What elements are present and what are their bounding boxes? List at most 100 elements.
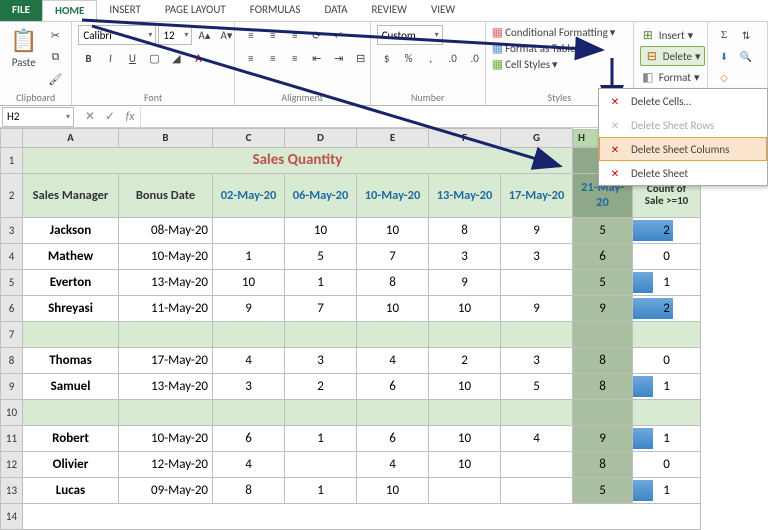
cell-H11[interactable]: 9 — [573, 425, 633, 451]
align-center-button[interactable]: ≡ — [263, 48, 283, 68]
sort-filter-button[interactable] — [736, 25, 756, 45]
cell-B4[interactable]: 10-May-20 — [119, 243, 213, 269]
cell-A9[interactable]: Samuel — [23, 373, 119, 399]
cell-F12[interactable]: 10 — [429, 451, 501, 477]
autosum-button[interactable] — [714, 25, 734, 45]
cell-C12[interactable]: 4 — [213, 451, 285, 477]
tab-insert[interactable]: INSERT — [97, 0, 153, 21]
row-8[interactable]: 8 — [1, 347, 23, 373]
align-middle-button[interactable]: ≡ — [263, 25, 283, 45]
cell-D6[interactable]: 7 — [285, 295, 357, 321]
cell-D4[interactable]: 5 — [285, 243, 357, 269]
bold-button[interactable]: B — [78, 48, 98, 68]
cell-A13[interactable]: Lucas — [23, 477, 119, 503]
comma-button[interactable]: , — [421, 48, 441, 68]
font-color-button[interactable]: A — [188, 48, 208, 68]
grid[interactable]: A B C D E F G H I 1 Sales Quantity 2 Sal… — [0, 128, 701, 530]
cell-F6[interactable]: 10 — [429, 295, 501, 321]
currency-button[interactable]: $ — [377, 48, 397, 68]
row-11[interactable]: 11 — [1, 425, 23, 451]
cell-F2[interactable]: 13-May-20 — [429, 173, 501, 217]
cell-E13[interactable]: 10 — [357, 477, 429, 503]
cell-C11[interactable]: 6 — [213, 425, 285, 451]
cell-H3[interactable]: 5 — [573, 217, 633, 243]
enter-fx-button[interactable]: ✓ — [100, 109, 120, 124]
cell-C13[interactable]: 8 — [213, 477, 285, 503]
clear-button[interactable] — [714, 67, 734, 87]
fill-color-button[interactable]: ◢ — [166, 48, 186, 68]
row-5[interactable]: 5 — [1, 269, 23, 295]
row-4[interactable]: 4 — [1, 243, 23, 269]
select-all-corner[interactable] — [1, 129, 23, 148]
cell-styles-button[interactable]: Cell Styles — [505, 58, 550, 71]
increase-font-button[interactable]: A▴ — [194, 25, 214, 45]
fill-button[interactable] — [714, 46, 734, 66]
format-as-table-button[interactable]: Format as Table — [505, 42, 575, 55]
cell-G11[interactable]: 4 — [501, 425, 573, 451]
format-painter-button[interactable] — [45, 69, 65, 89]
tab-file[interactable]: FILE — [0, 0, 42, 21]
wrap-text-button[interactable]: ↵ — [329, 25, 349, 45]
cell-G8[interactable]: 3 — [501, 347, 573, 373]
cell-I11[interactable]: 1 — [633, 425, 701, 451]
row-12[interactable]: 12 — [1, 451, 23, 477]
cell-G4[interactable]: 3 — [501, 243, 573, 269]
decrease-decimal-button[interactable]: .0 — [465, 48, 485, 68]
percent-button[interactable]: % — [399, 48, 419, 68]
format-button[interactable]: Format▾ — [640, 67, 700, 87]
cell-F11[interactable]: 10 — [429, 425, 501, 451]
menu-delete-cells[interactable]: Delete Cells… — [599, 89, 767, 113]
cell-F13[interactable] — [429, 477, 501, 503]
cell-I5[interactable]: 1 — [633, 269, 701, 295]
cell-B6[interactable]: 11-May-20 — [119, 295, 213, 321]
increase-decimal-button[interactable]: .0 — [443, 48, 463, 68]
cell-F8[interactable]: 2 — [429, 347, 501, 373]
cell-A2[interactable]: Sales Manager — [23, 173, 119, 217]
cell-D5[interactable]: 1 — [285, 269, 357, 295]
row-14[interactable]: 14 — [1, 503, 23, 529]
italic-button[interactable]: I — [100, 48, 120, 68]
cell-B3[interactable]: 08-May-20 — [119, 217, 213, 243]
cell-C5[interactable]: 10 — [213, 269, 285, 295]
delete-button[interactable]: Delete▾ — [640, 46, 705, 66]
menu-delete-columns[interactable]: Delete Sheet Columns — [599, 137, 767, 161]
increase-indent-button[interactable]: ⇥ — [329, 48, 349, 68]
cell-I13[interactable]: 1 — [633, 477, 701, 503]
cell-C9[interactable]: 3 — [213, 373, 285, 399]
underline-button[interactable]: U — [122, 48, 142, 68]
cancel-fx-button[interactable]: ✕ — [80, 109, 100, 124]
cell-D11[interactable]: 1 — [285, 425, 357, 451]
cell-A3[interactable]: Jackson — [23, 217, 119, 243]
cell-D13[interactable]: 1 — [285, 477, 357, 503]
cell-G9[interactable]: 5 — [501, 373, 573, 399]
cell-H8[interactable]: 8 — [573, 347, 633, 373]
font-family-select[interactable]: Calibri — [78, 25, 156, 45]
menu-delete-sheet[interactable]: Delete Sheet — [599, 161, 767, 185]
insert-button[interactable]: Insert▾ — [640, 25, 693, 45]
cell-A11[interactable]: Robert — [23, 425, 119, 451]
cell-F5[interactable]: 9 — [429, 269, 501, 295]
cell-title[interactable]: Sales Quantity — [23, 147, 573, 173]
cell-B2[interactable]: Bonus Date — [119, 173, 213, 217]
cell-G6[interactable]: 9 — [501, 295, 573, 321]
decrease-font-button[interactable]: A▾ — [216, 25, 236, 45]
cell-B13[interactable]: 09-May-20 — [119, 477, 213, 503]
orientation-button[interactable]: ⟳ — [307, 25, 327, 45]
cell-G5[interactable] — [501, 269, 573, 295]
cell-I3[interactable]: 2 — [633, 217, 701, 243]
cell-A5[interactable]: Everton — [23, 269, 119, 295]
conditional-formatting-button[interactable]: Conditional Formatting — [505, 26, 608, 39]
cell-row14[interactable] — [23, 503, 701, 529]
cell-D2[interactable]: 06-May-20 — [285, 173, 357, 217]
row-9[interactable]: 9 — [1, 373, 23, 399]
cell-A8[interactable]: Thomas — [23, 347, 119, 373]
cell-F3[interactable]: 8 — [429, 217, 501, 243]
tab-data[interactable]: DATA — [312, 0, 359, 21]
cell-A6[interactable]: Shreyasi — [23, 295, 119, 321]
cell-D9[interactable]: 2 — [285, 373, 357, 399]
col-A[interactable]: A — [23, 129, 119, 148]
cell-E6[interactable]: 10 — [357, 295, 429, 321]
cell-C6[interactable]: 9 — [213, 295, 285, 321]
tab-page-layout[interactable]: PAGE LAYOUT — [153, 0, 238, 21]
cell-B12[interactable]: 12-May-20 — [119, 451, 213, 477]
